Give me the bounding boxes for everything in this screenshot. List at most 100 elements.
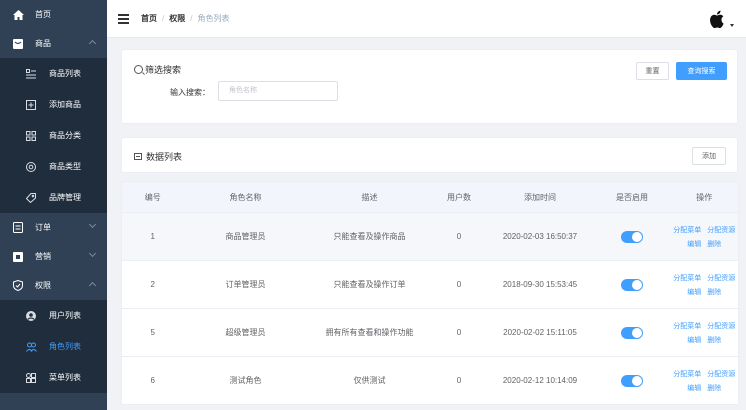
home-icon — [12, 9, 24, 21]
sidebar-item-label: 品牌管理 — [49, 193, 81, 202]
list-icon — [134, 153, 142, 160]
filter-search-panel: 筛选搜索 输入搜索： 角色名称 重置 查询搜索 — [121, 49, 738, 124]
table-row: 5 超级管理员 拥有所有查看和操作功能 0 2020-02-02 15:11:0… — [121, 308, 739, 357]
cell-id: 5 — [121, 308, 184, 357]
sidebar-item-goods-type[interactable]: 商品类型 — [0, 151, 107, 182]
enabled-toggle[interactable] — [621, 230, 643, 243]
sidebar-item-label: 商品类型 — [49, 162, 81, 171]
cell-enabled — [593, 308, 671, 357]
shield-icon — [12, 280, 24, 292]
avatar — [710, 10, 724, 29]
breadcrumb-separator: / — [162, 14, 165, 23]
table-header-row: 编号 角色名称 描述 用户数 添加时间 是否启用 操作 — [121, 181, 739, 213]
sidebar-item-add-goods[interactable]: 添加商品 — [0, 89, 107, 120]
sidebar-item-goods-category[interactable]: 商品分类 — [0, 120, 107, 151]
column-header: 描述 — [307, 181, 432, 213]
assign-resource-link[interactable]: 分配资源 — [707, 273, 735, 283]
delete-link[interactable]: 删除 — [707, 383, 721, 393]
edit-link[interactable]: 编辑 — [687, 383, 701, 393]
column-header: 操作 — [670, 181, 739, 213]
add-role-button[interactable]: 添加 — [692, 147, 726, 165]
cell-role-name: 测试角色 — [183, 356, 308, 405]
column-header: 用户数 — [431, 181, 487, 213]
enabled-toggle[interactable] — [621, 374, 643, 387]
edit-link[interactable]: 编辑 — [687, 287, 701, 297]
column-header: 添加时间 — [486, 181, 594, 213]
role-name-search-input[interactable]: 角色名称 — [218, 81, 338, 101]
column-header: 编号 — [121, 181, 184, 213]
menu-grid-icon — [25, 372, 37, 384]
add-box-icon — [25, 99, 37, 111]
marketing-icon — [12, 251, 24, 263]
cell-user-count: 0 — [431, 308, 487, 357]
list-icon — [25, 68, 37, 80]
chevron-down-icon — [88, 249, 97, 258]
cell-role-name: 超级管理员 — [183, 308, 308, 357]
hamburger-icon[interactable] — [118, 14, 129, 24]
goods-icon — [12, 38, 24, 50]
sidebar-item-goods-list[interactable]: 商品列表 — [0, 58, 107, 89]
data-list-title-text: 数据列表 — [146, 152, 183, 162]
sidebar-item-label: 权限 — [35, 281, 51, 290]
breadcrumb-current: 角色列表 — [197, 14, 230, 23]
column-header: 角色名称 — [183, 181, 308, 213]
sidebar-item-goods[interactable]: 商品 — [0, 29, 107, 58]
reset-button[interactable]: 重置 — [636, 62, 669, 80]
grid-icon — [25, 130, 37, 142]
role-table: 编号 角色名称 描述 用户数 添加时间 是否启用 操作 1 商品管理员 只能查看… — [121, 181, 739, 405]
breadcrumb: 首页 / 权限 / 角色列表 — [141, 13, 229, 24]
sidebar-item-label: 首页 — [35, 10, 51, 19]
cell-created-time: 2018-09-30 15:53:45 — [486, 260, 594, 309]
chevron-up-icon — [88, 281, 97, 290]
delete-link[interactable]: 删除 — [707, 239, 721, 249]
enabled-toggle[interactable] — [621, 326, 643, 339]
cell-description: 只能查看及操作商品 — [307, 212, 432, 261]
table-row: 6 测试角色 仅供测试 0 2020-02-12 10:14:09 分配菜单 分配… — [121, 356, 739, 405]
edit-link[interactable]: 编辑 — [687, 335, 701, 345]
delete-link[interactable]: 删除 — [707, 287, 721, 297]
sidebar-item-marketing[interactable]: 营销 — [0, 242, 107, 271]
breadcrumb-home[interactable]: 首页 — [141, 13, 157, 24]
roles-icon — [25, 341, 37, 353]
assign-menu-link[interactable]: 分配菜单 — [673, 225, 701, 235]
cell-user-count: 0 — [431, 260, 487, 309]
sidebar-item-label: 添加商品 — [49, 100, 81, 109]
sidebar-item-user-list[interactable]: 用户列表 — [0, 300, 107, 331]
sidebar-item-menu-list[interactable]: 菜单列表 — [0, 362, 107, 393]
search-icon — [134, 65, 143, 74]
cell-user-count: 0 — [431, 356, 487, 405]
sidebar-item-label: 商品分类 — [49, 131, 81, 140]
query-search-button[interactable]: 查询搜索 — [676, 62, 727, 80]
breadcrumb-permission[interactable]: 权限 — [169, 13, 185, 24]
filter-search-title-text: 筛选搜索 — [145, 65, 182, 75]
assign-resource-link[interactable]: 分配资源 — [707, 321, 735, 331]
cell-created-time: 2020-02-03 16:50:37 — [486, 212, 594, 261]
assign-menu-link[interactable]: 分配菜单 — [673, 321, 701, 331]
sidebar-item-order[interactable]: 订单 — [0, 213, 107, 242]
delete-link[interactable]: 删除 — [707, 335, 721, 345]
assign-menu-link[interactable]: 分配菜单 — [673, 369, 701, 379]
sidebar-item-label: 商品列表 — [49, 69, 81, 78]
cell-actions: 分配菜单 分配资源 编辑 删除 — [670, 308, 739, 357]
user-avatar-dropdown[interactable] — [709, 9, 734, 29]
sidebar-item-permission[interactable]: 权限 — [0, 271, 107, 300]
assign-resource-link[interactable]: 分配资源 — [707, 369, 735, 379]
assign-menu-link[interactable]: 分配菜单 — [673, 273, 701, 283]
edit-link[interactable]: 编辑 — [687, 239, 701, 249]
cell-id: 6 — [121, 356, 184, 405]
table-row: 2 订单管理员 只能查看及操作订单 0 2018-09-30 15:53:45 … — [121, 260, 739, 309]
tag-icon — [25, 192, 37, 204]
sidebar-item-home[interactable]: 首页 — [0, 0, 107, 29]
assign-resource-link[interactable]: 分配资源 — [707, 225, 735, 235]
sidebar-item-role-list[interactable]: 角色列表 — [0, 331, 107, 362]
user-icon — [25, 310, 37, 322]
cell-id: 2 — [121, 260, 184, 309]
data-list-header: 数据列表 添加 — [121, 137, 738, 173]
sidebar-item-label: 菜单列表 — [49, 373, 81, 382]
sidebar-item-brand[interactable]: 品牌管理 — [0, 182, 107, 213]
cell-created-time: 2020-02-02 15:11:05 — [486, 308, 594, 357]
chevron-down-icon — [88, 220, 97, 229]
filter-search-title: 筛选搜索 — [134, 63, 181, 76]
enabled-toggle[interactable] — [621, 278, 643, 291]
chevron-up-icon — [88, 39, 97, 48]
